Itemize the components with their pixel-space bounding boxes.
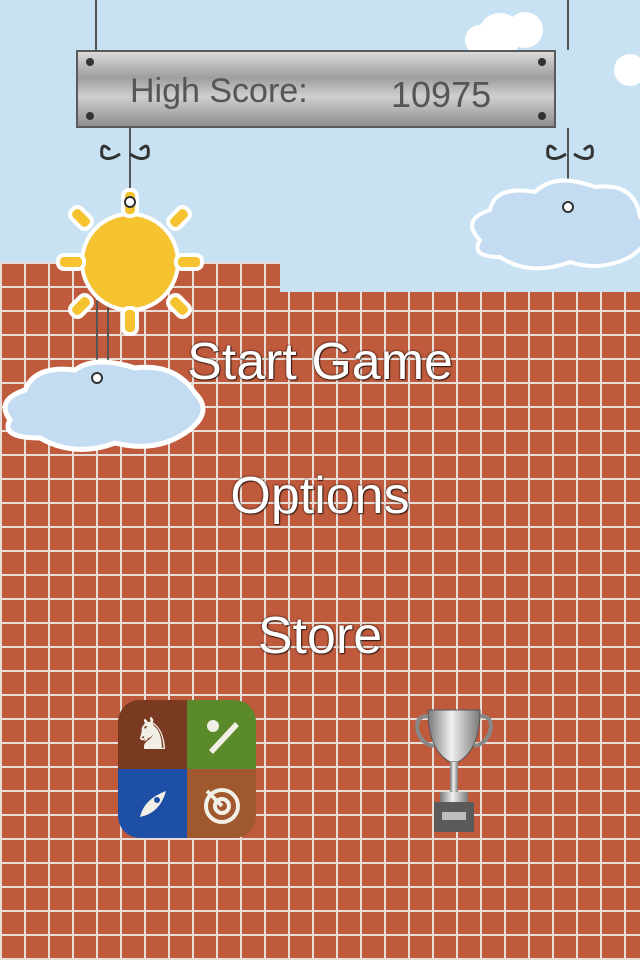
high-score-value: 10975 [391,74,492,115]
game-center-icon[interactable]: ♞ [118,700,256,838]
chess-knight-icon: ♞ [118,700,187,769]
high-score-plate: High Score: 10975 [76,50,556,128]
bow-left [100,144,150,161]
rocket-icon [118,769,187,838]
screw [538,112,546,120]
options-button[interactable]: Options [0,466,640,526]
target-icon [187,769,256,838]
cloud-right [470,178,640,271]
baseball-bat-icon [187,700,256,769]
start-game-button[interactable]: Start Game [0,332,640,392]
store-button[interactable]: Store [0,606,640,666]
screw [86,58,94,66]
trophy-icon[interactable] [414,700,494,836]
sun [56,188,204,336]
high-score-label: High Score: [130,72,308,110]
screw [538,58,546,66]
bow-right [546,144,594,161]
screw [86,112,94,120]
